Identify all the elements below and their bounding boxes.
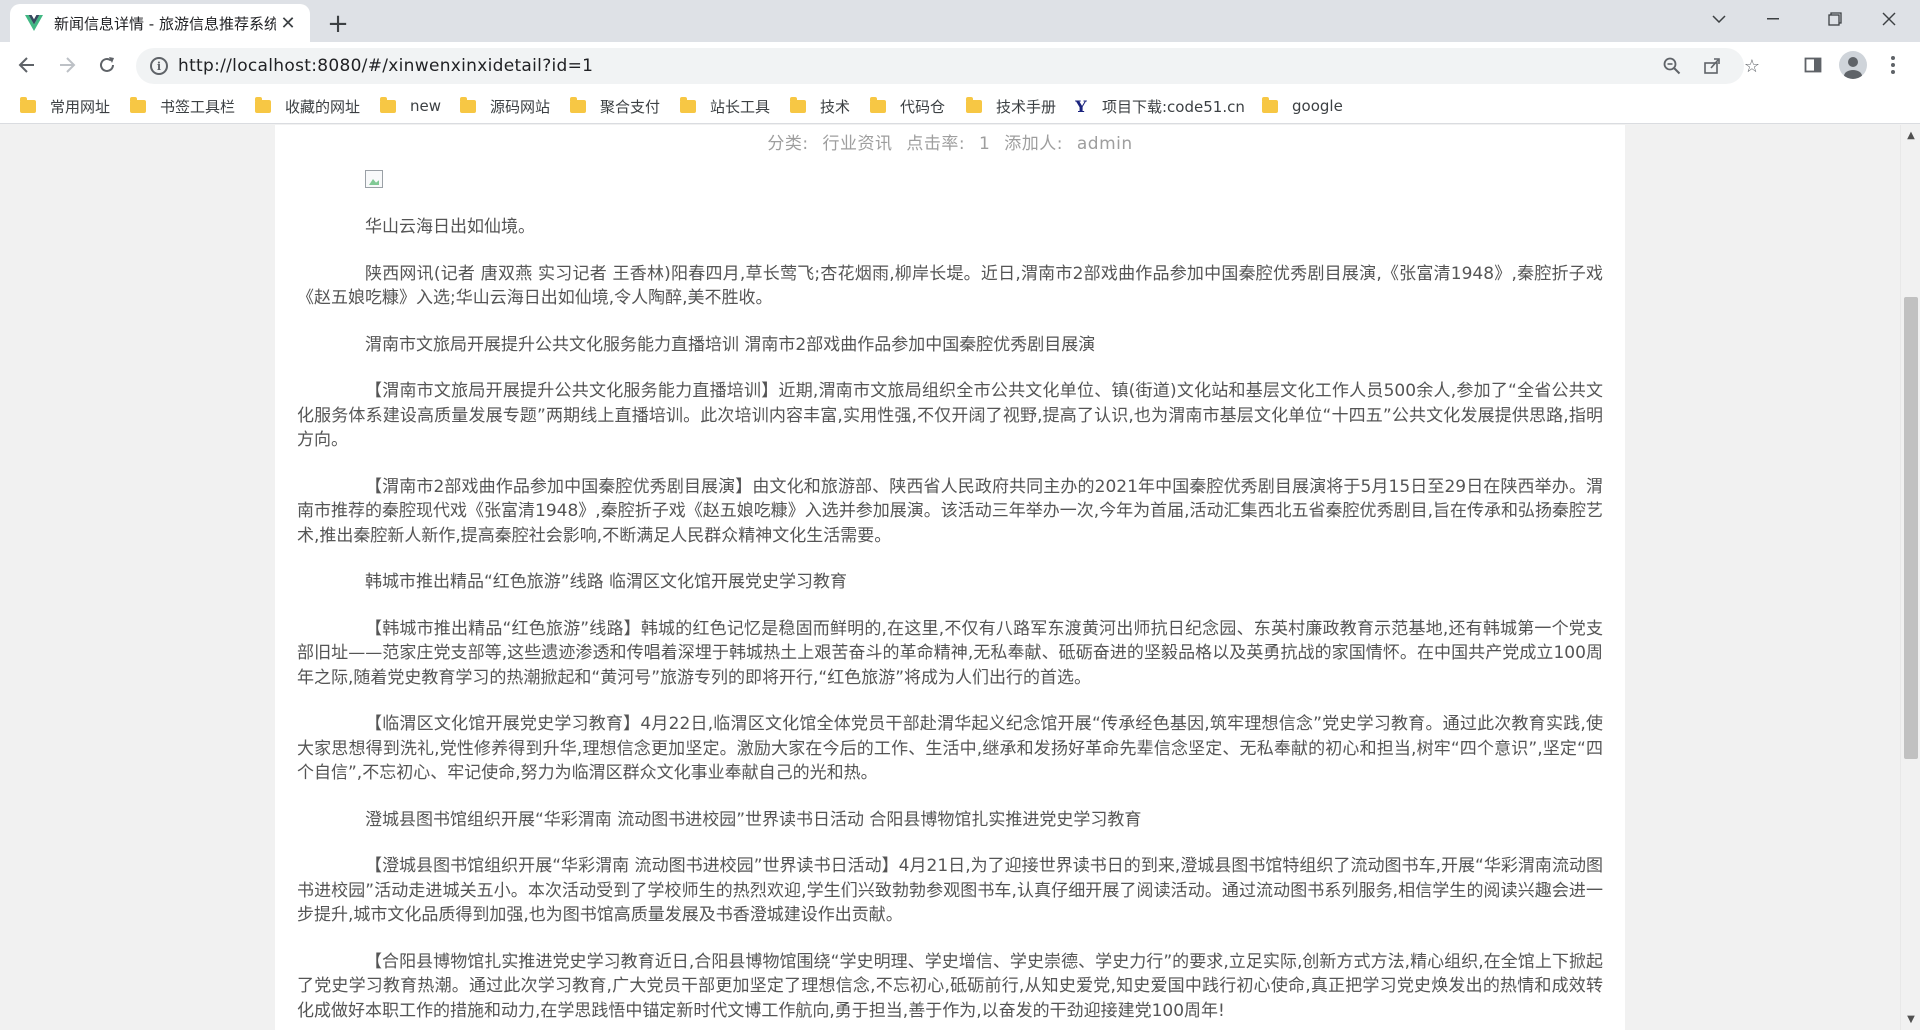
bookmark-item[interactable]: 书签工具栏 [130,95,235,117]
clicks-label: 点击率: [906,134,966,154]
window-close-button[interactable] [1862,0,1916,38]
bookmark-item[interactable]: 收藏的网址 [255,95,360,117]
page-viewport: 分类: 行业资讯 点击率: 1 添加人: admin 华山云海日出如仙境。 陕西… [0,125,1920,1030]
profile-avatar-icon[interactable] [1838,50,1868,80]
folder-icon [570,96,586,113]
folder-icon [966,96,982,113]
article-paragraph: 澄城县图书馆组织开展“华彩渭南 流动图书进校园”世界读书日活动 合阳县博物馆扎实… [365,809,1142,830]
folder-icon [20,96,36,113]
article-paragraph: 韩城市推出精品“红色旅游”线路 临渭区文化馆开展党史学习教育 [365,572,848,592]
restore-button[interactable] [1808,0,1862,38]
bookmark-label: 源码网站 [490,97,551,116]
bookmark-label: 技术手册 [996,97,1057,116]
bookmark-item[interactable]: 站长工具 [680,95,770,117]
author-label: 添加人: [1004,134,1063,154]
side-panel-icon[interactable] [1798,50,1828,80]
bookmark-label: google [1292,97,1343,115]
browser-tab[interactable]: 新闻信息详情 - 旅游信息推荐系统 ✕ [10,4,310,42]
browser-toolbar: i http://localhost:8080/#/xinwenxinxidet… [0,42,1920,88]
article-paragraph: 【临渭区文化馆开展党史学习教育】4月22日,临渭区文化馆全体党员干部赴渭华起义纪… [297,714,1603,783]
bookmark-label: 书签工具栏 [160,97,236,116]
bookmark-label: 收藏的网址 [285,97,361,116]
scrollbar-thumb[interactable] [1904,297,1918,759]
close-icon[interactable]: ✕ [276,11,300,35]
bookmark-item[interactable]: google [1262,95,1343,117]
bookmarks-bar: 常用网址 书签工具栏 收藏的网址 new 源码网站 聚合支付 站长工具 技术 代… [0,88,1920,124]
bookmark-item[interactable]: 代码仓 [870,95,945,117]
folder-icon [680,96,696,113]
bookmark-item[interactable]: new [380,95,441,117]
new-tab-button[interactable]: + [322,8,354,40]
forward-button[interactable] [50,48,84,82]
url-text[interactable]: http://localhost:8080/#/xinwenxinxidetai… [178,56,593,76]
bookmark-item[interactable]: 源码网站 [460,95,550,117]
bookmark-item[interactable]: 技术 [790,95,850,117]
reload-button[interactable] [90,48,124,82]
article-content: 华山云海日出如仙境。 陕西网讯(记者 唐双燕 实习记者 王香林)阳春四月,草长莺… [297,215,1603,1030]
author-value: admin [1076,134,1133,154]
bookmark-item[interactable]: Y 项目下载:code51.cn [1072,95,1245,117]
folder-icon [1262,96,1278,113]
article-paragraph: 【韩城市推出精品“红色旅游”线路】韩城的红色记忆是稳固而鲜明的,在这里,不仅有八… [297,618,1603,688]
folder-icon [790,96,806,113]
clicks-value: 1 [979,134,991,154]
folder-icon [255,96,271,113]
address-bar[interactable]: i http://localhost:8080/#/xinwenxinxidet… [136,48,1760,84]
vertical-scrollbar[interactable]: ▲ ▼ [1900,125,1920,1030]
broken-image-icon [365,170,383,188]
bookmark-label: 聚合支付 [600,97,661,116]
article-paragraph: 华山云海日出如仙境。 [365,217,535,237]
article-paragraph: 陕西网讯(记者 唐双燕 实习记者 王香林)阳春四月,草长莺飞;杏花烟雨,柳岸长堤… [297,263,1603,309]
bookmark-label: 站长工具 [710,97,771,116]
bookmark-label: new [410,97,442,115]
bookmark-label: 项目下载:code51.cn [1102,97,1245,116]
chevron-down-icon[interactable] [1692,0,1746,38]
article-paragraph: 【渭南市文旅局开展提升公共文化服务能力直播培训】近期,渭南市文旅局组织全市公共文… [297,381,1603,450]
article-container: 分类: 行业资讯 点击率: 1 添加人: admin 华山云海日出如仙境。 陕西… [275,125,1625,1030]
back-button[interactable] [10,48,44,82]
zoom-icon[interactable] [1660,54,1684,78]
share-icon[interactable] [1700,54,1724,78]
bookmark-label: 代码仓 [900,97,946,116]
bookmark-item[interactable]: 聚合支付 [570,95,660,117]
bookmark-label: 常用网址 [50,97,111,116]
article-meta: 分类: 行业资讯 点击率: 1 添加人: admin [275,129,1625,154]
article-paragraph: 【渭南市2部戏曲作品参加中国秦腔优秀剧目展演】由文化和旅游部、陕西省人民政府共同… [297,476,1603,546]
folder-icon [380,96,396,113]
article-paragraph: 渭南市文旅局开展提升公共文化服务能力直播培训 渭南市2部戏曲作品参加中国秦腔优秀… [365,334,1096,355]
folder-icon [460,96,476,113]
tab-strip: 新闻信息详情 - 旅游信息推荐系统 ✕ + [0,0,1920,42]
tab-title: 新闻信息详情 - 旅游信息推荐系统 [54,14,276,33]
category-value: 行业资讯 [822,134,893,154]
category-label: 分类: [767,134,809,154]
site-logo-icon: Y [1075,96,1087,116]
info-icon[interactable]: i [150,57,168,75]
scroll-down-icon[interactable]: ▼ [1905,1013,1917,1025]
article-paragraph: 【合阳县博物馆扎实推进党史学习教育近日,合阳县博物馆围绕“学史明理、学史增信、学… [297,951,1603,1021]
bookmark-item[interactable]: 技术手册 [966,95,1056,117]
vue-logo-icon [24,14,44,32]
bookmark-item[interactable]: 常用网址 [20,95,110,117]
folder-icon [130,96,146,113]
scroll-up-icon[interactable]: ▲ [1905,129,1917,141]
bookmark-star-icon[interactable]: ☆ [1740,54,1764,78]
folder-icon [870,96,886,113]
bookmark-label: 技术 [820,97,851,116]
menu-dots-icon[interactable] [1878,50,1908,80]
minimize-button[interactable] [1746,0,1800,38]
article-paragraph: 【澄城县图书馆组织开展“华彩渭南 流动图书进校园”世界读书日活动】4月21日,为… [297,856,1603,925]
